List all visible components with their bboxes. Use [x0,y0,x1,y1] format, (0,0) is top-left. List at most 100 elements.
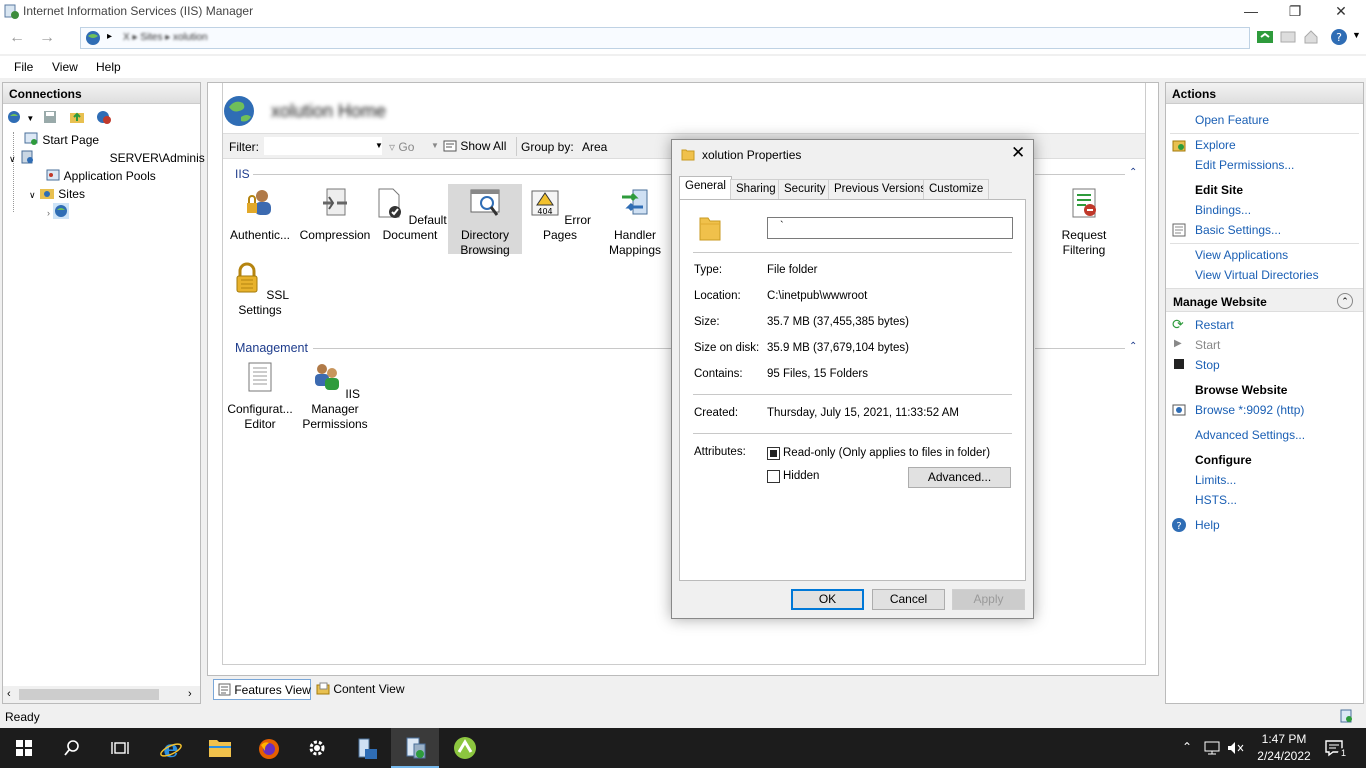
taskbar-firefox[interactable] [244,728,292,768]
action-edit-permissions[interactable]: Edit Permissions... [1195,158,1294,172]
menu-help[interactable]: Help [96,60,121,74]
action-help[interactable]: Help [1195,518,1220,532]
home-icon[interactable] [1302,28,1320,46]
action-start[interactable]: Start [1195,338,1220,352]
content-view-tab[interactable]: Content View [314,679,414,700]
collapse-section-icon[interactable]: ⌃ [1129,341,1137,352]
features-view-tab[interactable]: Features View [213,679,311,700]
feature-compression[interactable]: Compression [298,187,372,243]
action-stop[interactable]: Stop [1195,358,1220,372]
ok-button[interactable]: OK [791,589,864,610]
back-button[interactable]: ← [6,28,28,50]
manage-website-header[interactable]: Manage Website ⌃ [1166,288,1363,312]
show-hidden-icons-chevron-icon[interactable]: ⌃ [1182,740,1192,754]
action-restart[interactable]: Restart [1195,318,1234,332]
taskbar-server-manager[interactable] [342,728,390,768]
cancel-button[interactable]: Cancel [872,589,945,610]
collapse-manage-icon[interactable]: ⌃ [1337,293,1353,309]
tab-sharing[interactable]: Sharing [730,179,782,199]
address-bar[interactable]: ▸ X ▸ Sites ▸ xolution [80,27,1250,49]
feature-default-document[interactable]: Default Document [373,187,447,243]
forward-button[interactable]: → [36,28,58,50]
horizontal-scrollbar[interactable]: ‹ › [3,686,200,703]
size-on-disk-value: 35.9 MB (37,679,104 bytes) [767,342,909,354]
advanced-button[interactable]: Advanced... [908,467,1011,488]
search-button[interactable] [48,728,96,768]
minimize-button[interactable]: — [1228,0,1274,24]
tab-previous-versions[interactable]: Previous Versions [828,179,933,199]
feature-ssl-settings[interactable]: SSL Settings [223,262,297,318]
tree-site-xolution[interactable]: › [47,203,70,219]
collapse-chevron-icon[interactable]: › [47,208,50,218]
volume-muted-icon[interactable] [1226,740,1244,756]
scroll-left-icon[interactable]: ‹ [7,688,11,700]
feature-iis-manager-permissions[interactable]: IIS Manager Permissions [298,361,372,432]
taskbar-internet-explorer[interactable]: e [146,728,194,768]
scrollbar-thumb[interactable] [19,689,159,700]
tree-application-pools[interactable]: Application Pools [45,167,156,183]
readonly-checkbox[interactable] [767,447,780,460]
clock-date[interactable]: 2/24/2022 [1252,749,1316,763]
group-by-select[interactable]: Area [582,140,607,154]
feature-directory-browsing[interactable]: Directory Browsing [448,184,522,257]
action-hsts[interactable]: HSTS... [1195,493,1237,507]
menu-file[interactable]: File [14,60,33,74]
dialog-close-button[interactable]: ✕ [1011,143,1025,163]
stop-icon[interactable] [1279,28,1297,46]
taskbar-iis-manager[interactable] [391,728,439,768]
show-all-button[interactable]: Show All [443,139,506,153]
feature-request-filtering[interactable]: Request Filtering [1047,187,1121,258]
action-explore[interactable]: Explore [1195,138,1236,152]
disconnect-icon[interactable] [96,109,112,125]
action-view-applications[interactable]: View Applications [1195,248,1288,262]
help-dropdown-icon[interactable]: ▼ [1352,30,1361,40]
clock-time[interactable]: 1:47 PM [1252,732,1316,746]
apply-button[interactable]: Apply [952,589,1025,610]
action-browse-http[interactable]: Browse *:9092 (http) [1195,403,1304,417]
action-bindings[interactable]: Bindings... [1195,203,1251,217]
restore-button[interactable]: ❐ [1272,0,1318,24]
tree-server[interactable]: ∨ SERVER\Adminis [9,149,205,165]
folder-name-input[interactable]: ` [767,217,1013,239]
dialog-divider [693,252,1012,253]
feature-handler-mappings[interactable]: Handler Mappings [598,187,672,258]
action-view-virtual-directories[interactable]: View Virtual Directories [1195,268,1319,282]
go-dropdown-icon[interactable]: ▼ [431,141,439,150]
tab-security[interactable]: Security [778,179,832,199]
action-basic-settings[interactable]: Basic Settings... [1195,223,1281,237]
save-icon[interactable] [42,109,58,125]
refresh-icon[interactable] [1256,28,1274,46]
up-folder-icon[interactable] [69,109,85,125]
network-icon[interactable] [1203,740,1221,756]
tree-sites[interactable]: ∨ Sites [29,185,85,201]
tab-customize[interactable]: Customize [923,179,990,199]
collapse-section-icon[interactable]: ⌃ [1129,167,1137,178]
help-circle-icon: ? [1172,518,1186,532]
taskbar-app-green[interactable] [441,728,489,768]
tree-start-page[interactable]: Start Page [23,131,99,147]
filter-input[interactable] [263,136,383,156]
connect-dropdown-icon[interactable]: ▼ [26,114,34,123]
feature-authentication[interactable]: Authentic... [223,187,297,243]
connect-icon[interactable] [7,109,23,125]
go-button[interactable]: ▿ Go [389,140,414,154]
manage-website-title: Manage Website [1173,295,1267,309]
task-view-button[interactable] [96,728,144,768]
action-limits[interactable]: Limits... [1195,473,1236,487]
feature-error-pages[interactable]: 404 Error Pages [523,187,597,243]
feature-configuration-editor[interactable]: Configurat... Editor [223,361,297,432]
taskbar-file-explorer[interactable] [195,728,243,768]
action-advanced-settings[interactable]: Advanced Settings... [1195,428,1305,442]
tab-general[interactable]: General [679,176,732,199]
expand-chevron-icon[interactable]: ∨ [9,154,16,164]
expand-chevron-icon[interactable]: ∨ [29,190,36,200]
close-window-button[interactable]: ✕ [1318,0,1364,24]
menu-view[interactable]: View [52,60,78,74]
scroll-right-icon[interactable]: › [188,688,192,700]
action-open-feature[interactable]: Open Feature [1195,113,1269,127]
start-button[interactable] [0,728,48,768]
hidden-checkbox[interactable] [767,470,780,483]
taskbar-settings[interactable] [293,728,341,768]
help-icon[interactable]: ? [1330,28,1348,46]
filter-dropdown-icon[interactable]: ▼ [375,141,383,150]
